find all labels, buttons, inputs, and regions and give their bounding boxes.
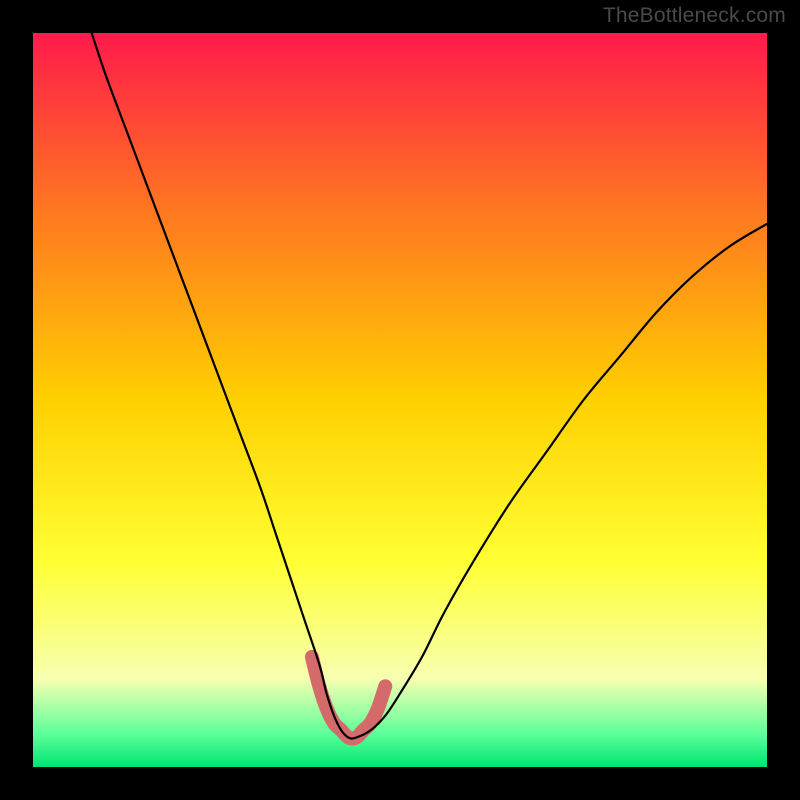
plot-svg [33,33,767,767]
chart-frame: TheBottleneck.com [0,0,800,800]
plot-area [33,33,767,767]
plot-background [33,33,767,767]
watermark-text: TheBottleneck.com [603,4,786,28]
